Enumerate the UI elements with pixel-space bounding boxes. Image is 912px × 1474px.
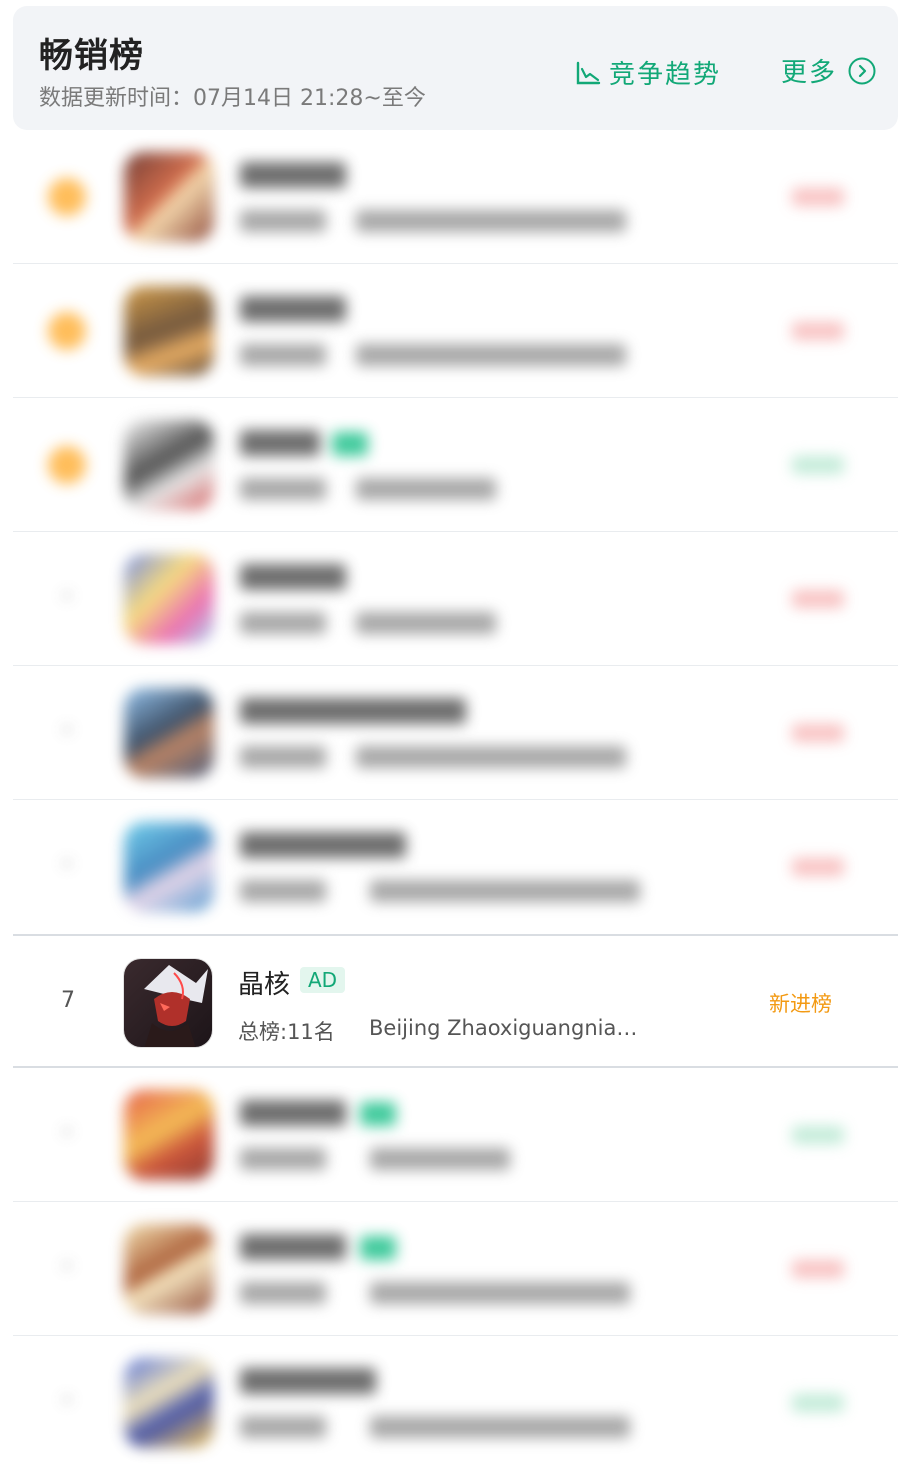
total-rank (240, 612, 326, 634)
ranking-list: • • • 7 晶核 AD 总榜:11名 Beijing Zhaoxiguang… (0, 130, 912, 1470)
app-icon (124, 1224, 214, 1314)
trend-label: 竞争趋势 (609, 60, 722, 90)
app-name (240, 1100, 346, 1126)
total-rank (240, 1148, 326, 1170)
developer (356, 612, 496, 634)
app-icon (124, 1358, 214, 1448)
rank-change (792, 858, 844, 876)
app-name: 晶核 (238, 970, 291, 1000)
rank-number: • (61, 1388, 73, 1412)
rank-change (792, 590, 844, 608)
line-chart-icon (576, 61, 601, 84)
more-button[interactable]: 更多 (781, 52, 877, 89)
rank-change (792, 1126, 844, 1144)
medal-icon (48, 312, 86, 350)
rank-change (792, 322, 844, 340)
developer (356, 478, 496, 500)
developer (370, 1148, 510, 1170)
ad-badge (332, 432, 368, 456)
total-rank (240, 1282, 326, 1304)
developer (356, 344, 626, 366)
total-rank (240, 880, 326, 902)
rank-change (792, 188, 844, 206)
total-rank (240, 478, 326, 500)
rank-number: • (61, 718, 73, 742)
list-item[interactable] (0, 398, 912, 532)
rank-change (792, 1260, 844, 1278)
developer (356, 210, 626, 232)
trend-button[interactable]: 竞争趋势 (575, 54, 721, 91)
app-icon (124, 286, 214, 376)
app-name (240, 1234, 346, 1260)
rank-change (792, 456, 844, 474)
status-badge: 新进榜 (769, 992, 832, 1016)
update-time: 数据更新时间：07月14日 21:28~至今 (39, 86, 426, 111)
list-item[interactable]: • (0, 532, 912, 666)
rank-number: • (61, 1120, 73, 1144)
app-icon (124, 822, 214, 912)
list-item[interactable] (0, 264, 912, 398)
app-icon[interactable] (123, 958, 213, 1048)
medal-icon (48, 446, 86, 484)
rank-number: • (61, 852, 73, 876)
featured-list-item[interactable]: 7 晶核 AD 总榜:11名 Beijing Zhaoxiguangnia… 新… (13, 934, 898, 1068)
rank-change (792, 724, 844, 742)
app-icon (124, 1090, 214, 1180)
app-name (240, 162, 346, 188)
chart-header: 畅销榜 数据更新时间：07月14日 21:28~至今 竞争趋势 更多 (13, 6, 898, 130)
chevron-right-icon (848, 57, 876, 84)
app-icon (124, 152, 214, 242)
list-item[interactable]: • (0, 1068, 912, 1202)
total-rank (240, 344, 326, 366)
ad-badge (360, 1102, 396, 1126)
developer (356, 746, 626, 768)
app-name (240, 832, 406, 858)
rank-number: • (61, 1254, 73, 1278)
app-name (240, 296, 346, 322)
list-item[interactable]: • (0, 1202, 912, 1336)
app-name (240, 698, 466, 724)
app-icon (124, 420, 214, 510)
medal-icon (48, 178, 86, 216)
developer-name: Beijing Zhaoxiguangnia… (369, 1016, 638, 1040)
total-rank (240, 210, 326, 232)
rank-change (792, 1394, 844, 1412)
developer (370, 1416, 630, 1438)
ad-badge (360, 1236, 396, 1260)
app-name (240, 430, 320, 456)
app-name (240, 1368, 376, 1394)
developer (370, 1282, 630, 1304)
ad-badge: AD (300, 967, 346, 993)
list-item[interactable]: • (0, 666, 912, 800)
page-title: 畅销榜 (39, 36, 144, 76)
total-rank (240, 746, 326, 768)
more-label: 更多 (781, 58, 838, 88)
game-art-icon (124, 959, 212, 1047)
list-item[interactable]: • (0, 800, 912, 934)
list-item[interactable] (0, 130, 912, 264)
app-icon (124, 554, 214, 644)
app-icon (124, 688, 214, 778)
rank-number: • (61, 584, 73, 608)
app-name (240, 564, 346, 590)
list-item[interactable]: • (0, 1336, 912, 1470)
total-rank: 总榜:11名 (238, 1020, 335, 1044)
total-rank (240, 1416, 326, 1438)
developer (370, 880, 640, 902)
rank-number: 7 (61, 988, 75, 1013)
